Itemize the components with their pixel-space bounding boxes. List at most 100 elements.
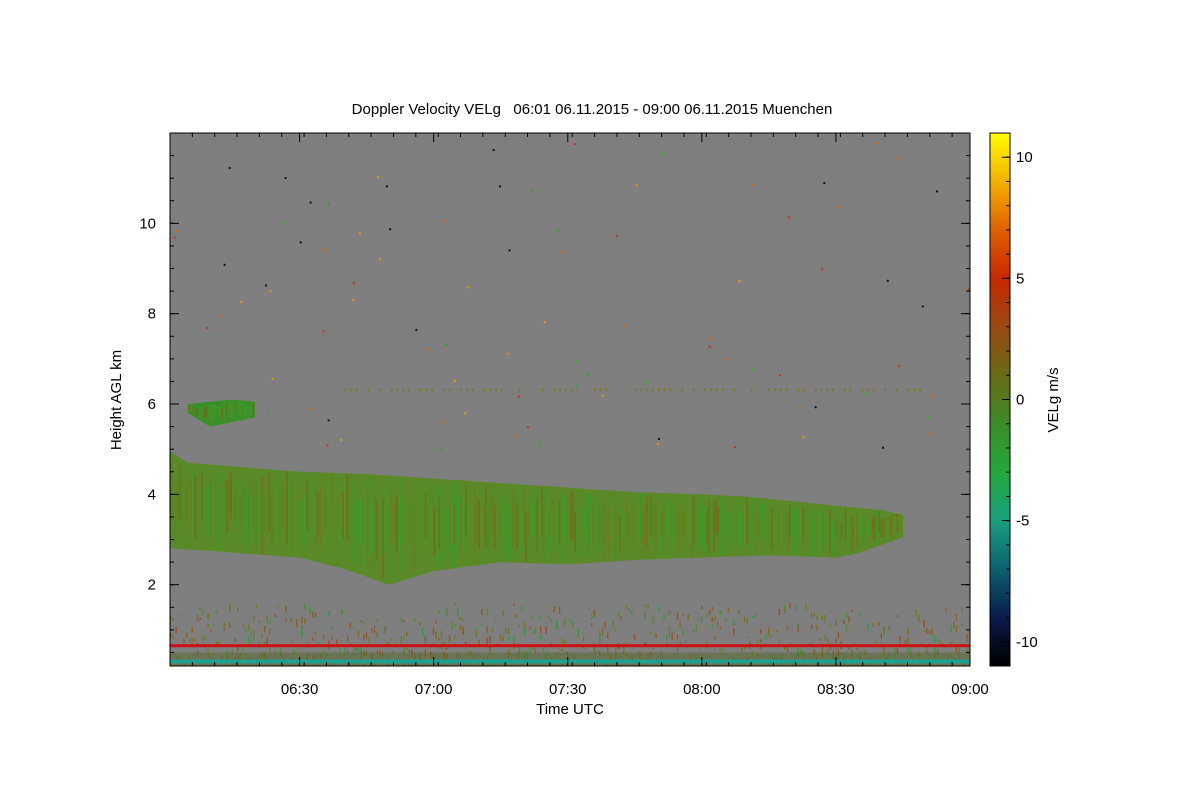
velocity-streak (447, 508, 449, 552)
velocity-streak (871, 518, 874, 540)
velocity-streak (675, 506, 677, 540)
clutter-echo (636, 665, 638, 666)
speckle (358, 232, 361, 235)
velocity-streak (252, 403, 255, 417)
clutter-echo (808, 665, 810, 666)
clutter-echo (564, 617, 566, 626)
velocity-streak (196, 408, 199, 418)
velocity-streak (482, 507, 485, 540)
velocity-streak (681, 511, 684, 540)
clutter-echo (628, 608, 630, 611)
clutter-echo (228, 621, 231, 629)
speckle (594, 388, 596, 392)
velocity-streak (715, 498, 717, 536)
velocity-streak (250, 493, 253, 544)
velocity-streak (605, 512, 608, 534)
velocity-streak (237, 403, 239, 422)
speckle (907, 388, 910, 392)
clutter-echo (424, 640, 427, 645)
y-tick-label: 8 (148, 306, 156, 323)
speckle (798, 406, 801, 409)
velocity-streak (686, 505, 688, 540)
clutter-echo (515, 614, 518, 619)
velocity-streak (820, 507, 822, 555)
velocity-streak (713, 501, 715, 551)
clutter-echo (317, 641, 319, 644)
clutter-echo (848, 615, 850, 623)
clutter-echo (883, 629, 885, 636)
velocity-streak (241, 484, 244, 547)
velocity-streak (420, 482, 422, 571)
clutter-echo (202, 610, 204, 614)
speckle (576, 388, 579, 392)
velocity-streak (565, 509, 568, 547)
velocity-streak (581, 489, 583, 542)
velocity-streak (688, 510, 691, 541)
velocity-streak (239, 496, 241, 526)
speckle (419, 388, 422, 392)
velocity-streak (791, 505, 793, 538)
speckle (352, 298, 355, 301)
velocity-streak (726, 510, 729, 549)
clutter-echo (612, 620, 614, 628)
velocity-streak (894, 517, 896, 532)
clutter-echo (456, 609, 459, 617)
velocity-streak (797, 505, 800, 550)
speckle (645, 380, 648, 383)
clutter-echo (824, 635, 826, 641)
velocity-streak (357, 503, 360, 561)
clutter-echo (301, 631, 303, 638)
clutter-echo (743, 616, 746, 623)
clutter-echo (931, 627, 933, 636)
clutter-echo (180, 665, 183, 666)
speckle (324, 249, 327, 252)
clutter-echo (199, 606, 201, 611)
clutter-echo (223, 622, 226, 631)
clutter-echo (507, 628, 510, 635)
clutter-echo (615, 629, 617, 633)
x-tick-label: 06:30 (281, 681, 319, 698)
velocity-streak (225, 479, 228, 533)
clutter-echo (228, 606, 231, 613)
clutter-echo (459, 665, 462, 666)
velocity-streak (561, 495, 563, 564)
clutter-echo (950, 625, 952, 633)
speckle (464, 412, 467, 415)
clutter-echo (596, 649, 598, 653)
velocity-streak (768, 516, 771, 549)
clutter-echo (556, 620, 558, 629)
speckle (797, 388, 799, 392)
clutter-echo (859, 613, 861, 618)
velocity-streak (411, 499, 413, 539)
clutter-echo (314, 632, 317, 636)
clutter-echo (668, 610, 671, 616)
clutter-echo (851, 609, 853, 613)
velocity-streak (207, 404, 210, 419)
speckle (710, 388, 712, 392)
velocity-streak (440, 487, 442, 568)
clutter-echo (438, 610, 440, 614)
clutter-echo (676, 646, 679, 652)
velocity-streak (315, 486, 317, 544)
clutter-echo (237, 647, 239, 652)
colorbar-tick-label: -10 (1016, 634, 1038, 651)
clutter-echo (585, 647, 588, 650)
velocity-streak (851, 516, 854, 552)
clutter-echo (481, 609, 483, 616)
velocity-streak (460, 492, 463, 557)
velocity-streak (864, 511, 867, 538)
clutter-echo (371, 627, 373, 633)
velocity-streak (744, 512, 746, 541)
velocity-streak (762, 501, 764, 539)
speckle (291, 230, 294, 233)
velocity-streak (753, 497, 755, 556)
speckle (376, 176, 379, 179)
speckle (483, 388, 486, 392)
clutter-echo (746, 635, 748, 639)
velocity-streak (818, 511, 820, 544)
clutter-echo (926, 628, 928, 635)
clutter-echo (540, 616, 542, 620)
clutter-echo (676, 612, 679, 620)
velocity-streak (187, 473, 190, 540)
velocity-streak (270, 489, 273, 549)
